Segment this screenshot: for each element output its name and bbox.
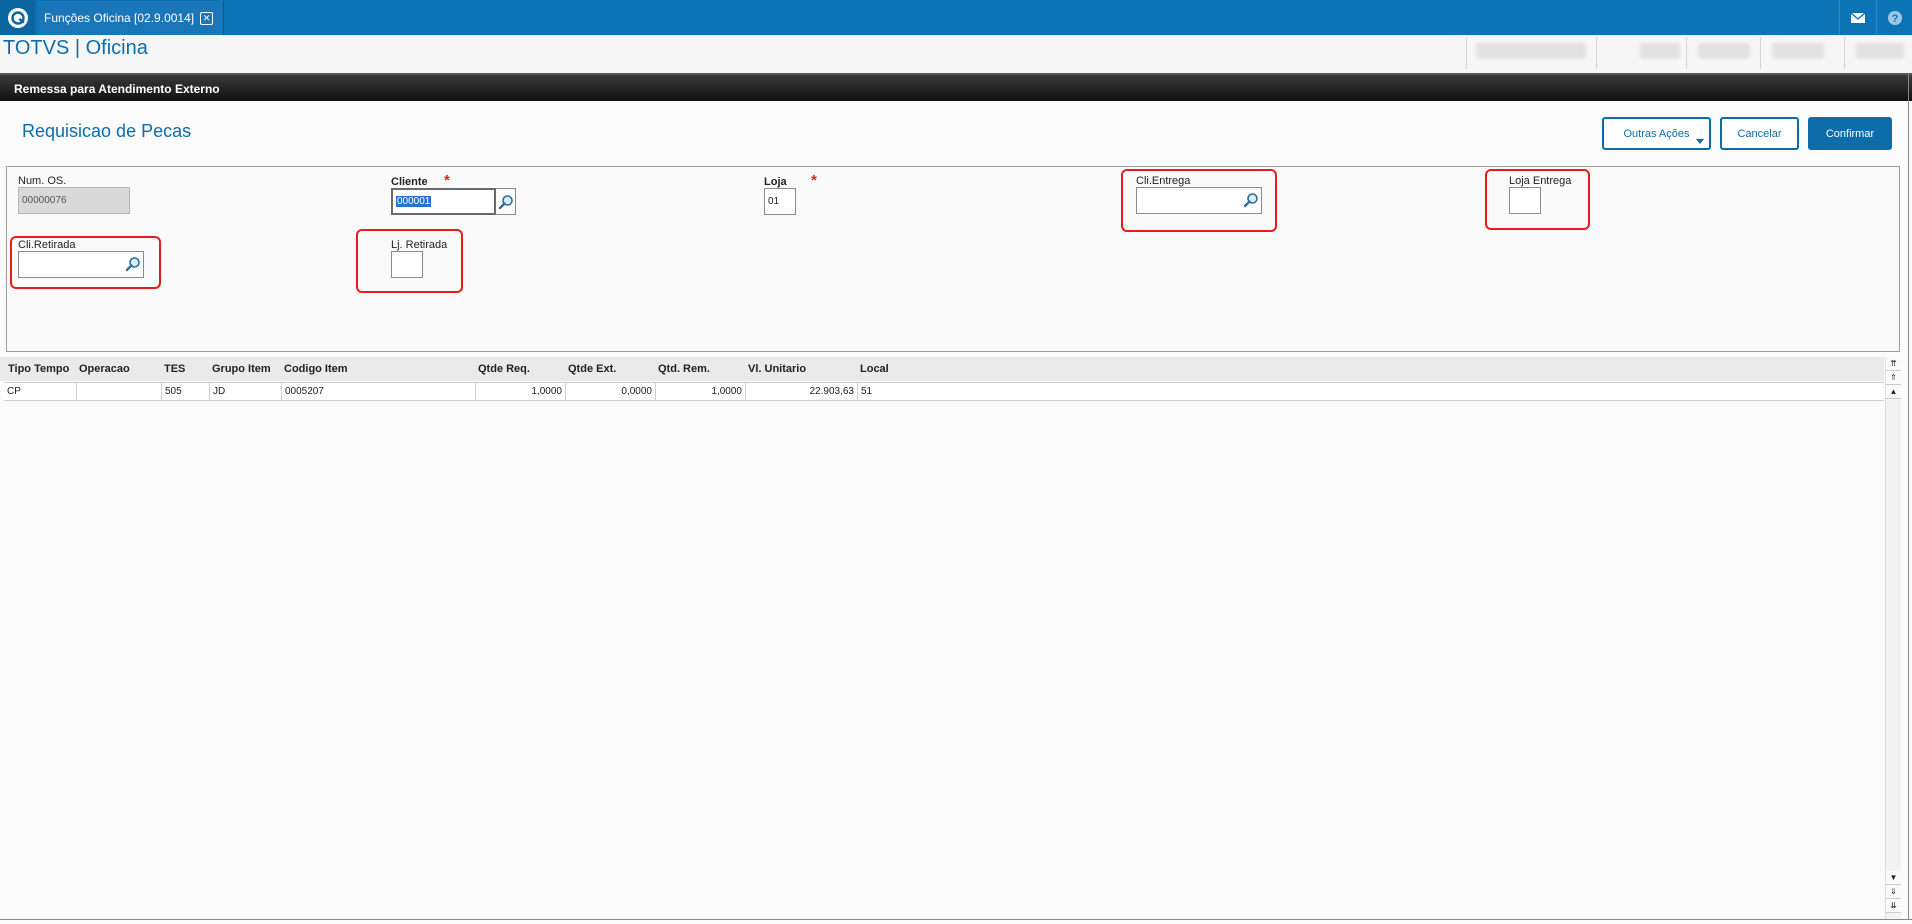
cliente-required-marker: * — [444, 172, 450, 189]
chevron-down-icon — [1696, 139, 1704, 144]
window-border — [1908, 73, 1909, 919]
cli-entrega-label: Cli.Entrega — [1136, 175, 1191, 187]
scroll-up-icon[interactable]: ▲ — [1886, 385, 1901, 399]
scroll-page-down-icon[interactable]: ⇓ — [1886, 885, 1901, 899]
user-info — [1476, 43, 1586, 59]
help-icon[interactable]: ? — [1876, 0, 1912, 35]
grid-header: Tipo Tempo Operacao TES Grupo Item Codig… — [0, 357, 1884, 381]
divider — [1596, 37, 1597, 69]
col-header-vl-unitario[interactable]: Vl. Unitario — [748, 363, 806, 375]
loja-entrega-label: Loja Entrega — [1509, 175, 1572, 187]
cancel-button[interactable]: Cancelar — [1720, 117, 1799, 150]
cell-local[interactable]: 51 — [858, 383, 1884, 400]
lj-retirada-field[interactable] — [391, 251, 423, 278]
window-border — [0, 919, 1912, 920]
dialog-header: Remessa para Atendimento Externo — [0, 73, 1912, 101]
col-header-qtde-req[interactable]: Qtde Req. — [478, 363, 530, 375]
col-header-operacao[interactable]: Operacao — [79, 363, 130, 375]
col-header-codigo-item[interactable]: Codigo Item — [284, 363, 348, 375]
environment-info — [1640, 43, 1680, 59]
scroll-page-up-icon[interactable]: ⇑ — [1886, 371, 1901, 385]
scroll-down-icon[interactable]: ▼ — [1886, 871, 1901, 885]
svg-text:?: ? — [1892, 13, 1899, 25]
loja-entrega-field[interactable] — [1509, 187, 1541, 214]
confirm-button[interactable]: Confirmar — [1808, 117, 1892, 150]
grid-scrollbar[interactable]: ⇈ ⇑ ▲ ▼ ⇓ ⇊ — [1885, 357, 1901, 919]
cli-retirada-label: Cli.Retirada — [18, 239, 76, 251]
col-header-local[interactable]: Local — [860, 363, 889, 375]
scroll-bottom-icon[interactable]: ⇊ — [1886, 899, 1901, 913]
col-header-tes[interactable]: TES — [164, 363, 185, 375]
loja-label: Loja — [764, 176, 787, 188]
table-row[interactable]: CP 505 JD 0005207 1,0000 0,0000 1,0000 2… — [4, 382, 1884, 401]
cliente-field[interactable]: 000001 — [391, 188, 496, 215]
col-header-grupo-item[interactable]: Grupo Item — [212, 363, 271, 375]
cliente-search-button[interactable] — [496, 188, 516, 215]
cliente-value: 000001 — [396, 196, 432, 207]
cell-qtde-req[interactable]: 1,0000 — [476, 383, 566, 400]
search-icon[interactable] — [1243, 192, 1259, 208]
search-icon[interactable] — [125, 256, 141, 272]
cell-tipo-tempo[interactable]: CP — [4, 383, 77, 400]
cancel-label: Cancelar — [1737, 127, 1782, 140]
cliente-label: Cliente — [391, 176, 428, 188]
form-panel: Num. OS. 00000076 Cliente * 000001 Loja … — [6, 166, 1900, 352]
app-title: TOTVS | Oficina — [3, 37, 148, 59]
col-header-qtde-ext[interactable]: Qtde Ext. — [568, 363, 616, 375]
col-header-qtd-rem[interactable]: Qtd. Rem. — [658, 363, 710, 375]
cell-codigo-item[interactable]: 0005207 — [282, 383, 476, 400]
divider — [1466, 37, 1467, 69]
divider — [1844, 37, 1845, 69]
branch-info — [1772, 43, 1824, 59]
cell-vl-unitario[interactable]: 22.903,63 — [746, 383, 858, 400]
cell-grupo-item[interactable]: JD — [210, 383, 282, 400]
lj-retirada-label: Lj. Retirada — [391, 239, 448, 251]
cell-qtde-ext[interactable]: 0,0000 — [566, 383, 656, 400]
dialog-title: Remessa para Atendimento Externo — [14, 82, 220, 96]
tab-funcoes-oficina[interactable]: Funções Oficina [02.9.0014] ✕ — [38, 1, 224, 35]
tab-title: Funções Oficina [02.9.0014] — [44, 11, 195, 25]
divider — [1760, 37, 1761, 69]
other-actions-label: Outras Ações — [1623, 127, 1690, 140]
cell-operacao[interactable] — [77, 383, 162, 400]
other-actions-button[interactable]: Outras Ações — [1602, 117, 1711, 150]
confirm-label: Confirmar — [1825, 127, 1875, 140]
totvs-logo-icon[interactable] — [0, 0, 35, 35]
mail-icon[interactable] — [1839, 0, 1876, 35]
cell-tes[interactable]: 505 — [162, 383, 210, 400]
date-info — [1856, 43, 1904, 59]
page-title: Requisicao de Pecas — [22, 121, 192, 141]
close-icon[interactable]: ✕ — [200, 11, 214, 25]
company-info — [1698, 43, 1750, 59]
loja-required-marker: * — [811, 172, 817, 189]
search-icon — [498, 194, 513, 209]
loja-field[interactable]: 01 — [764, 188, 796, 215]
num-os-field: 00000076 — [18, 187, 130, 214]
top-bar: Funções Oficina [02.9.0014] ✕ ? — [0, 0, 1912, 35]
scroll-top-icon[interactable]: ⇈ — [1886, 357, 1901, 371]
col-header-tipo-tempo[interactable]: Tipo Tempo — [8, 363, 69, 375]
app-bar: TOTVS | Oficina — [0, 35, 1912, 73]
divider — [1686, 37, 1687, 69]
cell-qtd-rem[interactable]: 1,0000 — [656, 383, 746, 400]
num-os-label: Num. OS. — [18, 175, 67, 187]
